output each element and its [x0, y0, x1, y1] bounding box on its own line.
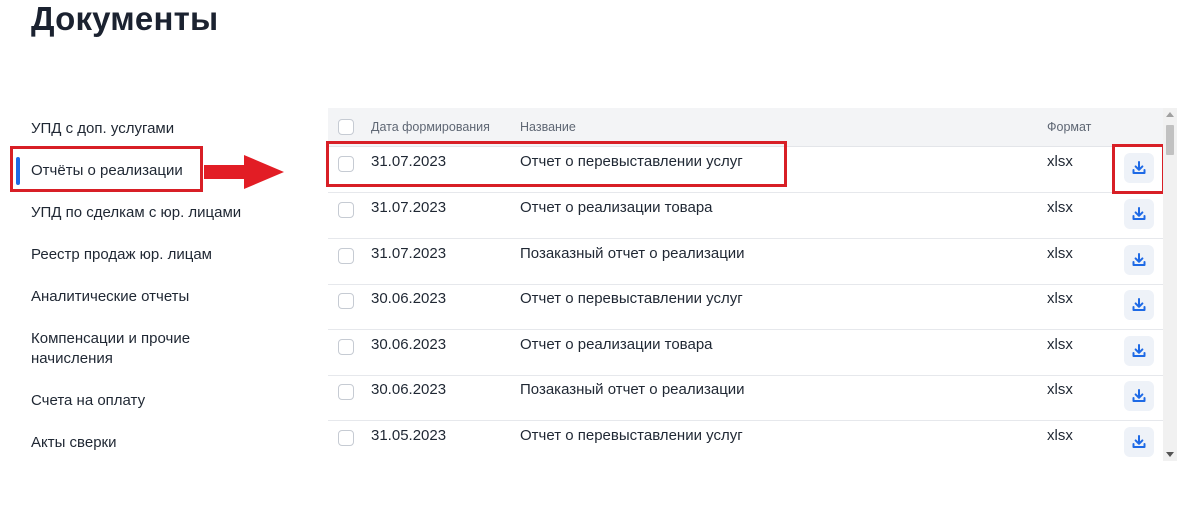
row-format: xlsx	[1047, 199, 1073, 216]
table-row[interactable]: 31.07.2023 Отчет о перевыставлении услуг x…	[328, 146, 1163, 193]
red-arrow-right-icon	[204, 155, 284, 189]
download-icon	[1132, 298, 1146, 311]
download-icon	[1132, 207, 1146, 220]
download-button[interactable]	[1124, 245, 1154, 275]
row-date: 30.06.2023	[371, 290, 447, 307]
row-name: Позаказный отчет о реализации	[520, 245, 745, 262]
row-format: xlsx	[1047, 290, 1073, 307]
row-checkbox[interactable]	[338, 339, 354, 355]
download-icon	[1132, 389, 1146, 402]
download-icon	[1132, 435, 1146, 448]
table-row[interactable]: 31.05.2023 Отчет о перевыставлении услуг x…	[328, 420, 1163, 461]
row-name: Отчет о реализации товара	[520, 336, 713, 353]
page-title: Документы	[31, 0, 219, 37]
sidebar-item-analytics[interactable]: Аналитические отчеты	[31, 287, 261, 307]
documents-table: Дата формирования Название Формат 31.07.…	[328, 108, 1163, 461]
download-button[interactable]	[1124, 199, 1154, 229]
scroll-down-arrow-icon[interactable]	[1166, 452, 1174, 457]
sidebar-active-indicator	[16, 157, 20, 185]
sidebar-item-compensations[interactable]: Компенсации и прочие начисления	[31, 329, 206, 369]
row-checkbox[interactable]	[338, 430, 354, 446]
row-date: 31.07.2023	[371, 153, 447, 170]
row-name: Отчет о реализации товара	[520, 199, 713, 216]
table-scrollbar[interactable]	[1163, 108, 1177, 461]
row-checkbox[interactable]	[338, 293, 354, 309]
row-format: xlsx	[1047, 153, 1073, 170]
row-date: 30.06.2023	[371, 336, 447, 353]
row-name: Отчет о перевыставлении услуг	[520, 153, 743, 170]
download-button[interactable]	[1124, 153, 1154, 183]
row-name: Отчет о перевыставлении услуг	[520, 290, 743, 307]
row-checkbox[interactable]	[338, 384, 354, 400]
sidebar-item-invoices[interactable]: Счета на оплату	[31, 391, 261, 411]
table-header: Дата формирования Название Формат	[328, 108, 1163, 147]
sidebar-item-upd-legal-entities[interactable]: УПД по сделкам с юр. лицами	[31, 203, 261, 223]
column-header-date[interactable]: Дата формирования	[371, 120, 490, 134]
table-row[interactable]: 30.06.2023 Отчет о реализации товара xlsx	[328, 329, 1163, 376]
row-format: xlsx	[1047, 427, 1073, 444]
row-format: xlsx	[1047, 381, 1073, 398]
row-name: Отчет о перевыставлении услуг	[520, 427, 743, 444]
column-header-name[interactable]: Название	[520, 120, 576, 134]
table-row[interactable]: 30.06.2023 Позаказный отчет о реализации x…	[328, 374, 1163, 421]
table-row[interactable]: 31.07.2023 Позаказный отчет о реализации x…	[328, 238, 1163, 285]
select-all-checkbox[interactable]	[338, 119, 354, 135]
download-icon	[1132, 161, 1146, 174]
sidebar-item-reconciliation[interactable]: Акты сверки	[31, 433, 261, 453]
sidebar-item-sales-registry[interactable]: Реестр продаж юр. лицам	[31, 245, 261, 265]
row-name: Позаказный отчет о реализации	[520, 381, 745, 398]
row-date: 31.05.2023	[371, 427, 447, 444]
row-checkbox[interactable]	[338, 248, 354, 264]
row-date: 31.07.2023	[371, 199, 447, 216]
row-date: 30.06.2023	[371, 381, 447, 398]
download-button[interactable]	[1124, 427, 1154, 457]
scroll-up-arrow-icon[interactable]	[1166, 112, 1174, 117]
download-icon	[1132, 344, 1146, 357]
download-button[interactable]	[1124, 336, 1154, 366]
sidebar-item-upd-services[interactable]: УПД с доп. услугами	[31, 119, 261, 139]
download-icon	[1132, 253, 1146, 266]
download-button[interactable]	[1124, 290, 1154, 320]
table-row[interactable]: 30.06.2023 Отчет о перевыставлении услуг x…	[328, 283, 1163, 330]
download-button[interactable]	[1124, 381, 1154, 411]
row-checkbox[interactable]	[338, 156, 354, 172]
scroll-thumb[interactable]	[1166, 125, 1174, 155]
column-header-format[interactable]: Формат	[1047, 120, 1091, 134]
row-format: xlsx	[1047, 336, 1073, 353]
row-format: xlsx	[1047, 245, 1073, 262]
row-checkbox[interactable]	[338, 202, 354, 218]
row-date: 31.07.2023	[371, 245, 447, 262]
table-row[interactable]: 31.07.2023 Отчет о реализации товара xlsx	[328, 192, 1163, 239]
